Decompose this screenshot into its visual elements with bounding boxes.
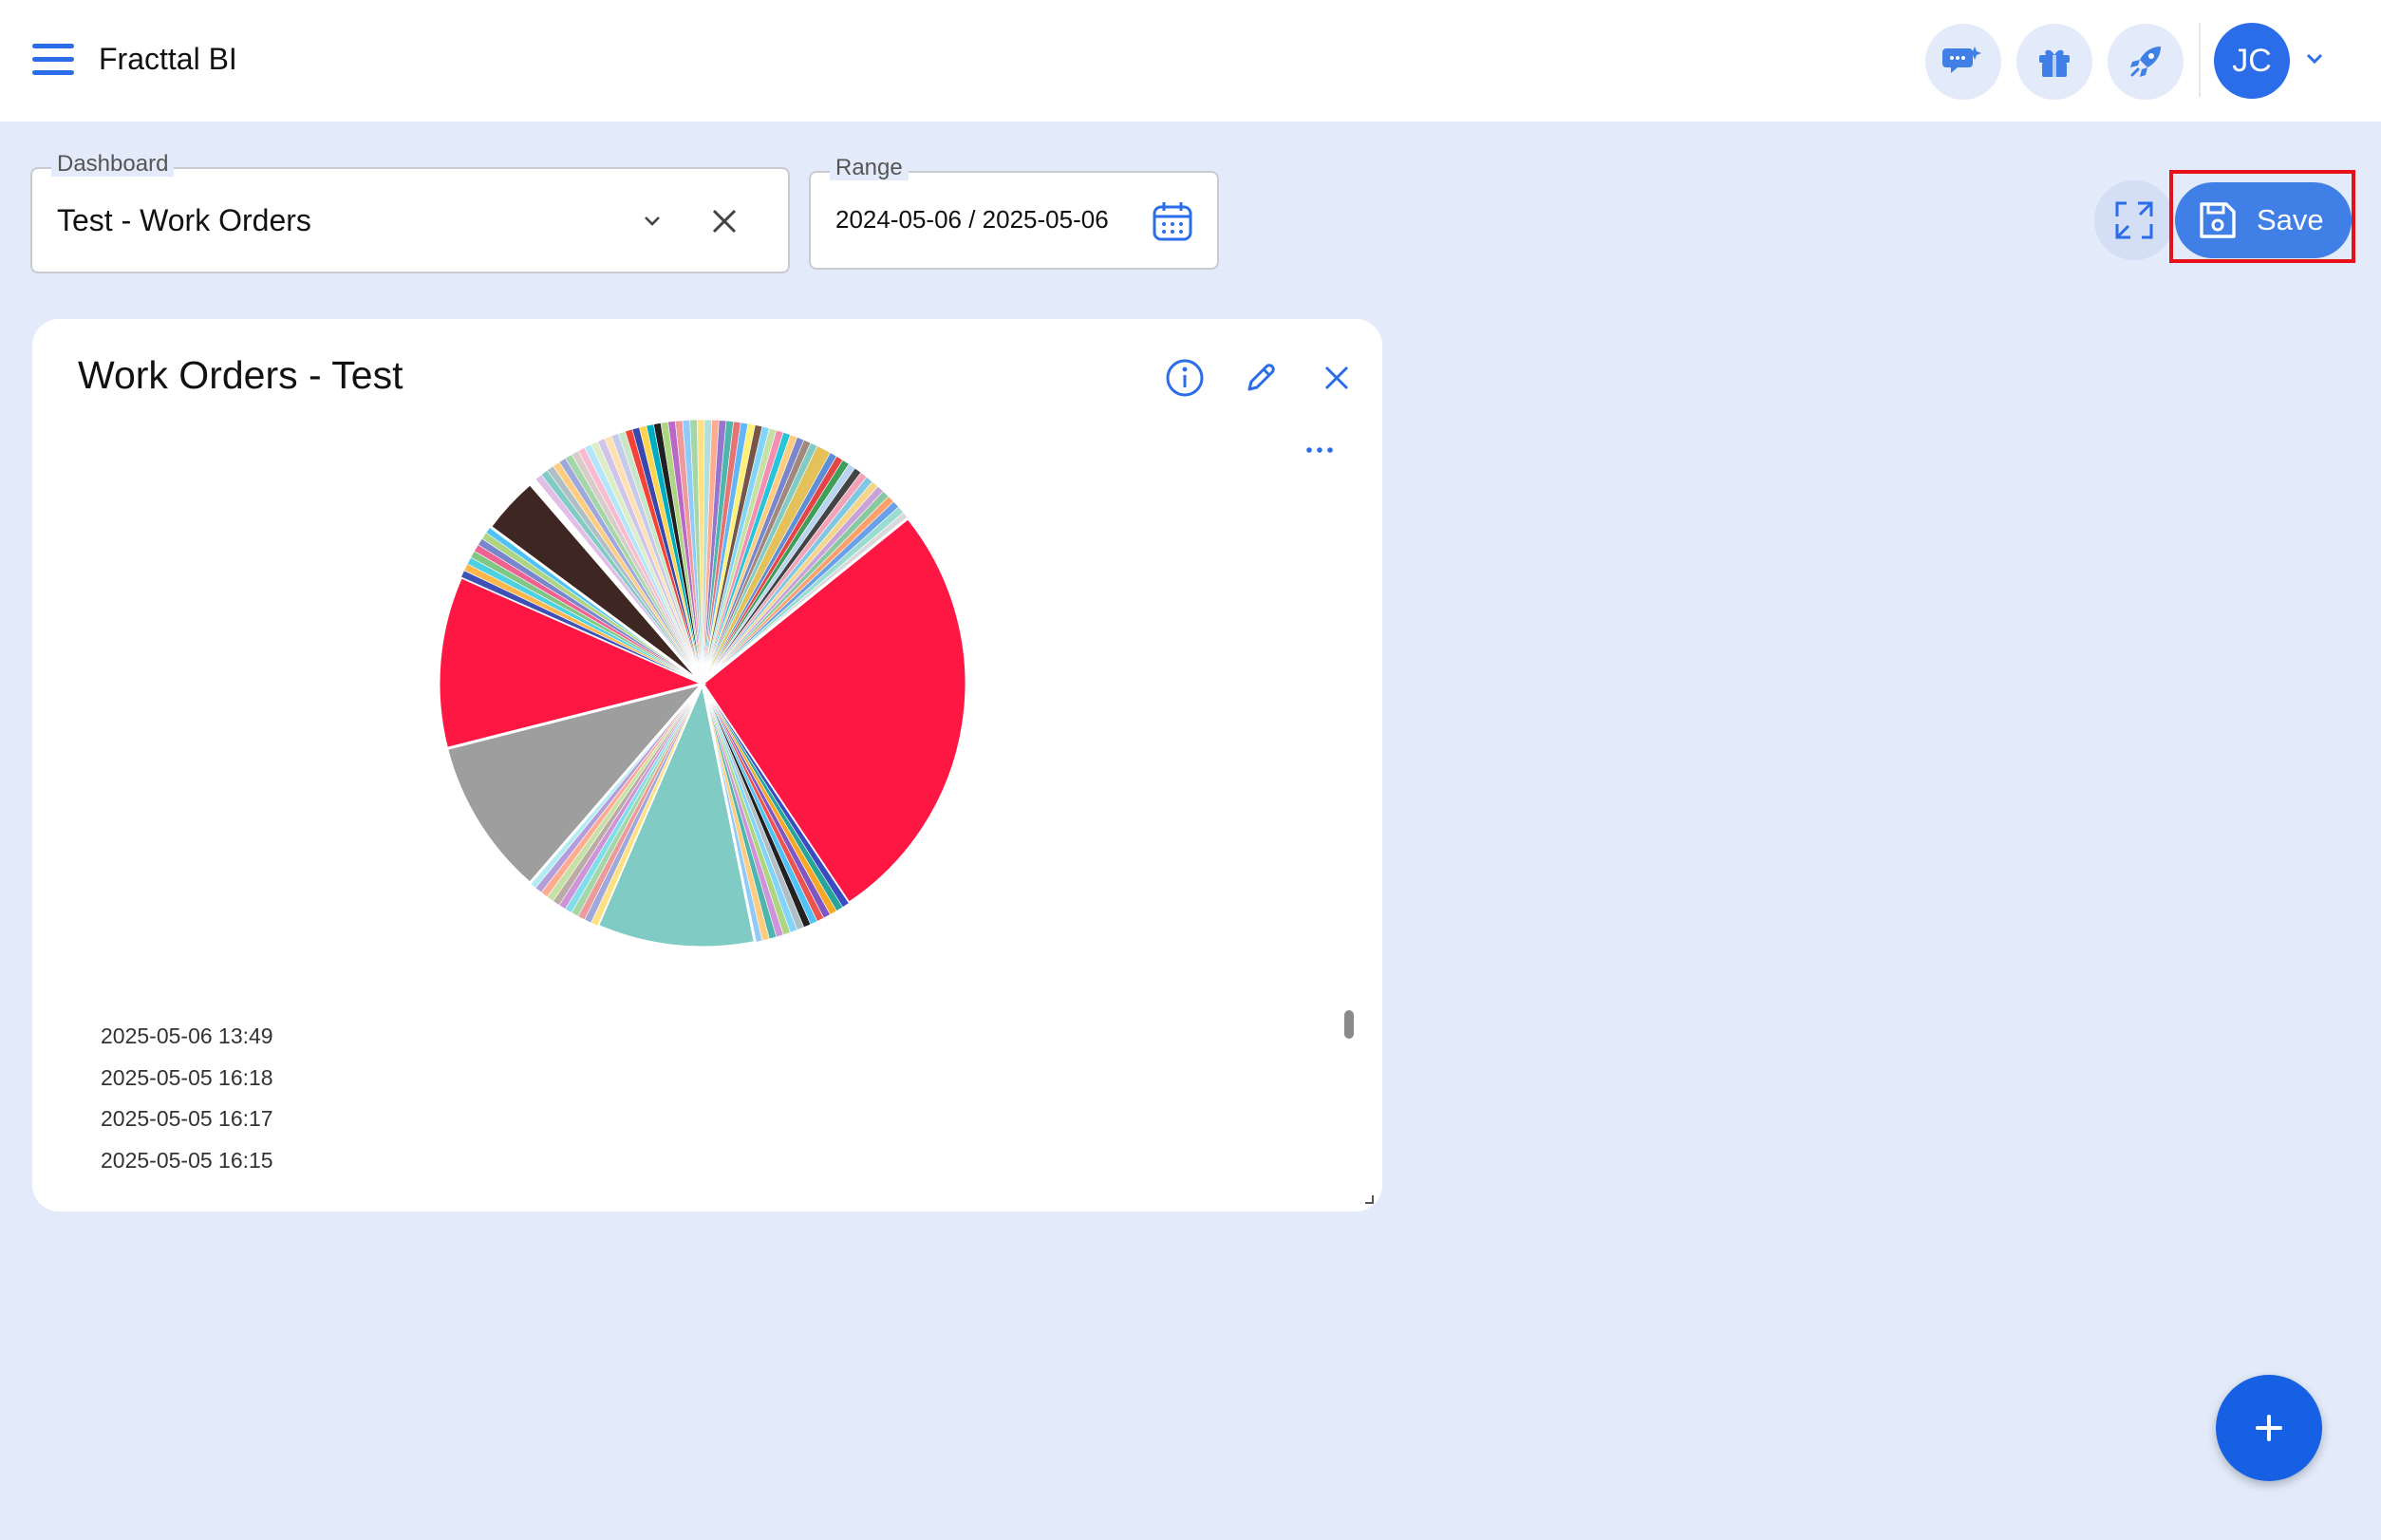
clear-icon[interactable] (708, 205, 741, 242)
widget-title: Work Orders - Test (78, 353, 403, 397)
top-app-bar: Fracttal BI JC (0, 0, 2381, 122)
plus-icon (2256, 1415, 2282, 1441)
dashboard-value: Test - Work Orders (57, 203, 311, 237)
calendar-icon[interactable] (1151, 199, 1194, 248)
widget-card: Work Orders - Test 2025-05-06 13:49 2025… (32, 319, 1382, 1211)
add-widget-button[interactable] (2216, 1375, 2322, 1481)
chevron-down-icon[interactable] (638, 207, 666, 240)
gift-icon[interactable] (2016, 24, 2092, 100)
legend-item[interactable]: 2025-05-05 16:17 (101, 1099, 273, 1140)
legend-item[interactable]: 2025-05-06 13:49 (101, 1016, 273, 1058)
info-icon[interactable] (1162, 355, 1208, 401)
chevron-down-icon[interactable] (2303, 47, 2326, 75)
dashboard-select[interactable]: Dashboard Test - Work Orders (30, 152, 790, 273)
legend-scrollbar[interactable] (1344, 1010, 1354, 1039)
pie-chart (437, 419, 968, 949)
hamburger-menu-icon[interactable] (32, 44, 74, 78)
header-divider (2199, 23, 2201, 97)
range-field[interactable]: Range 2024-05-06 / 2025-05-06 (809, 156, 1219, 270)
resize-handle-icon[interactable] (1363, 1193, 1375, 1210)
range-label: Range (830, 156, 909, 180)
chat-sparkle-icon[interactable] (1925, 24, 2001, 100)
range-value: 2024-05-06 / 2025-05-06 (835, 205, 1109, 234)
legend-list: 2025-05-06 13:49 2025-05-05 16:18 2025-0… (101, 1016, 273, 1181)
dashboard-label: Dashboard (51, 152, 175, 177)
close-icon[interactable] (1314, 355, 1359, 401)
rocket-icon[interactable] (2108, 24, 2184, 100)
save-highlight-box (2169, 170, 2355, 263)
legend-item[interactable]: 2025-05-05 16:15 (101, 1140, 273, 1182)
expand-icon[interactable] (2094, 180, 2174, 260)
app-title: Fracttal BI (99, 42, 237, 76)
edit-pencil-icon[interactable] (1238, 355, 1284, 401)
legend-item[interactable]: 2025-05-05 16:18 (101, 1058, 273, 1099)
user-avatar[interactable]: JC (2214, 23, 2290, 99)
